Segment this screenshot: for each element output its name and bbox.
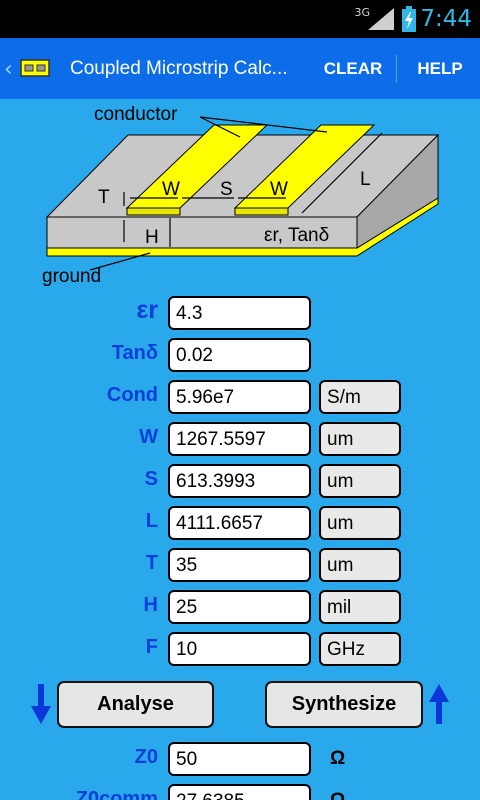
cond-label: Cond <box>106 384 158 406</box>
analyse-button[interactable]: Analyse <box>57 681 214 728</box>
w-unit-select[interactable]: um <box>319 422 401 456</box>
label-w1: W <box>162 179 180 200</box>
er-label: εr <box>136 296 158 324</box>
z0-input[interactable]: 50 <box>168 742 311 776</box>
tan-input[interactable]: 0.02 <box>168 338 311 372</box>
tan-label: Tanδ <box>111 342 158 364</box>
row-cond: Cond 5.96e7 S/m <box>0 380 480 416</box>
coupled-microstrip-diagram: conductor T W S W L H εr, Tanδ ground <box>42 104 440 287</box>
label-h: H <box>145 227 159 248</box>
cond-unit-select[interactable]: S/m <box>319 380 401 414</box>
label-ground: ground <box>42 266 101 287</box>
h-input[interactable]: 25 <box>168 590 311 624</box>
clear-button[interactable]: CLEAR <box>312 38 394 99</box>
z0comm-input[interactable]: 27.6385 <box>168 784 311 800</box>
z0comm-label: Z0comm <box>75 788 158 800</box>
label-er-tan: εr, Tanδ <box>264 225 329 246</box>
row-t: T 35 um <box>0 548 480 584</box>
l-label: L <box>145 510 158 532</box>
label-l: L <box>360 169 371 190</box>
s-input[interactable]: 613.3993 <box>168 464 311 498</box>
l-unit-select[interactable]: um <box>319 506 401 540</box>
up-caret-icon[interactable]: ‹ <box>4 57 13 82</box>
t-unit-select[interactable]: um <box>319 548 401 582</box>
status-bar: 3G 7:44 <box>0 0 480 38</box>
action-separator <box>396 55 397 82</box>
label-w2: W <box>270 179 288 200</box>
signal-icon <box>368 8 394 30</box>
l-input[interactable]: 4111.6657 <box>168 506 311 540</box>
z0comm-unit: Ω <box>324 784 406 800</box>
t-label: T <box>145 552 158 574</box>
app-icon[interactable] <box>20 58 50 78</box>
app-title: Coupled Microstrip Calc... <box>70 58 288 79</box>
label-conductor: conductor <box>94 104 178 125</box>
h-label: H <box>143 594 158 616</box>
t-input[interactable]: 35 <box>168 548 311 582</box>
h-unit-select[interactable]: mil <box>319 590 401 624</box>
z0-label: Z0 <box>134 746 158 768</box>
row-er: εr 4.3 <box>0 296 480 332</box>
er-input[interactable]: 4.3 <box>168 296 311 330</box>
row-s: S 613.3993 um <box>0 464 480 500</box>
clock: 7:44 <box>420 6 472 32</box>
battery-charging-icon <box>402 6 416 32</box>
row-z0comm: Z0comm 27.6385 Ω <box>0 784 480 800</box>
row-w: W 1267.5597 um <box>0 422 480 458</box>
z0-unit: Ω <box>330 748 346 769</box>
f-unit-select[interactable]: GHz <box>319 632 401 666</box>
help-button[interactable]: HELP <box>400 38 480 99</box>
s-label: S <box>144 468 158 490</box>
w-label: W <box>139 426 158 448</box>
s-unit-select[interactable]: um <box>319 464 401 498</box>
row-z0: Z0 50 Ω <box>0 742 480 778</box>
row-f: F 10 GHz <box>0 632 480 668</box>
synthesize-button[interactable]: Synthesize <box>265 681 423 728</box>
row-l: L 4111.6657 um <box>0 506 480 542</box>
row-h: H 25 mil <box>0 590 480 626</box>
action-bar: ‹ Coupled Microstrip Calc... CLEAR HELP <box>0 38 480 99</box>
f-input[interactable]: 10 <box>168 632 311 666</box>
row-tan: Tanδ 0.02 <box>0 338 480 374</box>
arrow-down-icon <box>31 684 51 724</box>
label-s: S <box>220 179 233 200</box>
cond-input[interactable]: 5.96e7 <box>168 380 311 414</box>
f-label: F <box>145 636 158 658</box>
arrow-up-icon <box>429 684 449 724</box>
label-t: T <box>98 187 110 208</box>
w-input[interactable]: 1267.5597 <box>168 422 311 456</box>
